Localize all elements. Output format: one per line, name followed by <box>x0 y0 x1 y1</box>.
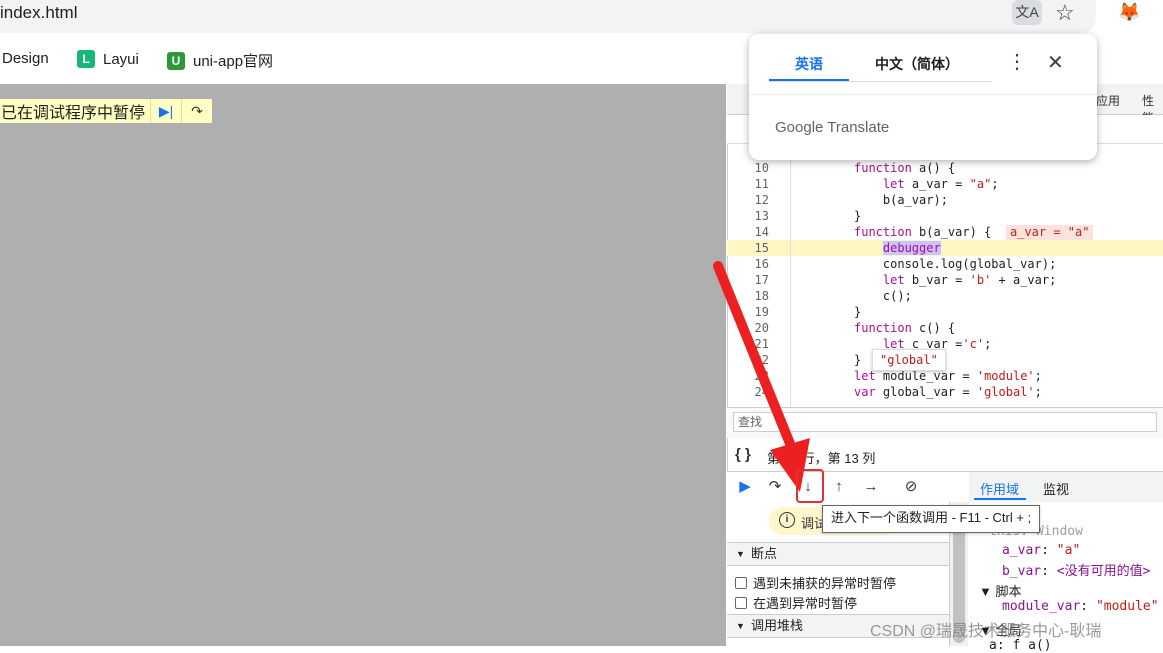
code-text: function b(a_var) { <box>854 225 992 239</box>
checkbox-icon[interactable] <box>735 576 747 589</box>
tab-watch[interactable]: 监视 <box>1043 479 1069 498</box>
code-line[interactable]: 11 let a_var = "a"; <box>727 176 1163 192</box>
scope-var-a[interactable]: a_var: "a" <box>1002 543 1080 558</box>
line-number[interactable]: 13 <box>727 208 769 224</box>
popup-divider <box>749 94 1097 95</box>
translate-icon[interactable]: 文A <box>1012 0 1042 25</box>
code-line[interactable]: 10 function a() { <box>727 160 1163 176</box>
paused-label: 已在调试程序中暂停 <box>1 105 146 122</box>
code-text: var global_var = 'global'; <box>854 385 1042 399</box>
code-text: } <box>854 209 862 223</box>
active-tab-indicator <box>974 498 1026 500</box>
code-text: debugger <box>882 241 941 255</box>
deactivate-breakpoints-icon[interactable]: ⊘ <box>901 477 921 497</box>
scope-var-b[interactable]: b_var: <没有可用的值> <box>1002 560 1150 579</box>
line-number[interactable]: 10 <box>727 160 769 176</box>
code-text: function a() { <box>854 161 956 175</box>
inline-value-badge: a_var = "a" <box>1006 225 1094 240</box>
line-number[interactable]: 14 <box>727 224 769 240</box>
scope-var-module[interactable]: module_var: "module" <box>1002 599 1159 614</box>
code-line[interactable]: 15 debugger <box>727 240 1163 256</box>
tab-divider <box>769 81 991 82</box>
pause-uncaught-checkbox[interactable]: 遇到未捕获的异常时暂停 <box>735 573 896 592</box>
code-text: console.log(global_var); <box>854 257 1057 271</box>
line-number[interactable]: 12 <box>727 192 769 208</box>
collapse-triangle-icon: ▼ <box>736 621 745 631</box>
more-options-icon[interactable]: ⋮ <box>1007 49 1027 74</box>
code-text: function c() { <box>854 321 956 335</box>
step-out-icon[interactable]: ↑ <box>829 477 849 497</box>
code-text: b(a_var); <box>854 193 948 207</box>
bookmark-layui[interactable]: L Layui <box>77 50 139 68</box>
scope-script-section[interactable]: ▼ 脚本 <box>979 581 1022 600</box>
collapse-triangle-icon: ▼ <box>736 549 745 559</box>
page-viewport <box>0 84 726 646</box>
google-translate-brand: Google Translate <box>775 119 890 136</box>
line-number[interactable]: 15 <box>727 240 769 256</box>
paused-in-debugger-bar: 已在调试程序中暂停 ▶| ↷ <box>0 99 213 123</box>
tab-scope[interactable]: 作用域 <box>980 479 1019 498</box>
code-text: } <box>854 305 862 319</box>
translate-popup: 英语 中文（简体） ⋮ ✕ Google Translate <box>749 34 1097 160</box>
watermark-text: CSDN @瑞晟技术服务中心-耿瑞 <box>870 623 1102 640</box>
code-text: let b_var = 'b' + a_var; <box>882 273 1057 287</box>
bookmark-star-icon[interactable]: ☆ <box>1055 0 1075 26</box>
checkbox-icon[interactable] <box>735 596 747 609</box>
bookmarks-bar: Design L Layui U uni-app官网 <box>0 38 760 82</box>
code-text: let a_var = "a"; <box>882 177 999 191</box>
code-line[interactable]: 14 function b(a_var) { <box>727 224 1163 240</box>
code-text: } <box>854 353 862 367</box>
tab-source-language[interactable]: 英语 <box>795 54 823 74</box>
code-text: c(); <box>854 289 912 303</box>
tab-target-language[interactable]: 中文（简体） <box>875 54 959 74</box>
address-bar[interactable] <box>0 0 1096 33</box>
hover-value-popover: "global" <box>872 349 946 371</box>
close-icon[interactable]: ✕ <box>1047 50 1064 75</box>
active-tab-indicator <box>769 79 849 81</box>
step-into-tooltip: 进入下一个函数调用 - F11 - Ctrl + ; <box>822 505 1041 533</box>
layui-logo-icon: L <box>77 50 95 68</box>
line-number[interactable]: 11 <box>727 176 769 192</box>
bookmark-design[interactable]: Design <box>2 50 49 67</box>
resume-icon[interactable]: ▶| <box>150 99 181 123</box>
step-over-icon[interactable]: ↷ <box>181 99 212 123</box>
pause-caught-checkbox[interactable]: 在遇到异常时暂停 <box>735 593 857 612</box>
url-text[interactable]: index.html <box>0 3 77 23</box>
metamask-fox-icon[interactable]: 🦊 <box>1118 2 1140 23</box>
uniapp-logo-icon: U <box>167 51 185 70</box>
annotation-highlight-box <box>796 469 824 503</box>
breakpoints-section-header[interactable]: ▼ 断点 <box>727 542 949 566</box>
step-icon[interactable]: → <box>861 477 881 497</box>
code-line[interactable]: 12 b(a_var); <box>727 192 1163 208</box>
bookmark-uniapp[interactable]: U uni-app官网 <box>167 50 273 71</box>
code-line[interactable]: 13} <box>727 208 1163 224</box>
info-icon: i <box>779 512 795 528</box>
tab-application[interactable]: 应用 <box>1096 92 1120 109</box>
